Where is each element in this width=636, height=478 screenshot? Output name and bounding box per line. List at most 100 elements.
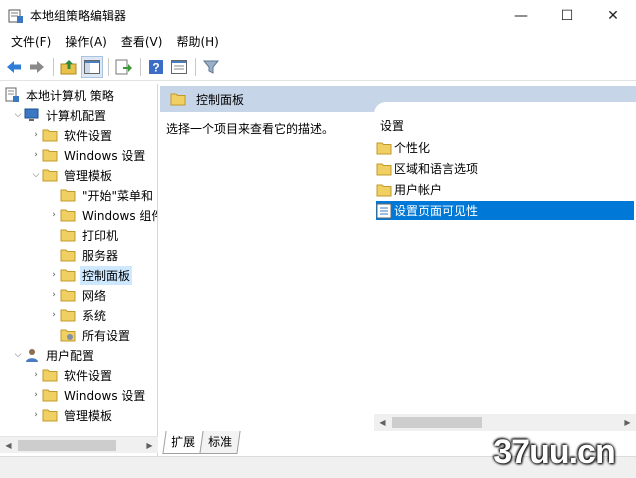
tree-item[interactable]: › Windows 组件 xyxy=(48,205,158,225)
svg-text:?: ? xyxy=(152,61,159,75)
tree-item[interactable]: "开始"菜单和 xyxy=(48,185,155,205)
tree-item[interactable]: › 网络 xyxy=(48,285,108,305)
help-icon: ? xyxy=(149,60,163,75)
properties-icon xyxy=(171,60,187,74)
tree-item-label: 本地计算机 策略 xyxy=(26,88,114,103)
tree-item-label: 软件设置 xyxy=(64,368,113,383)
tree-item-label: Windows 设置 xyxy=(64,388,146,403)
tree-item[interactable]: › Windows 设置 xyxy=(30,145,147,165)
export-list-button[interactable] xyxy=(113,56,135,78)
chevron-down-icon[interactable]: ⌵ xyxy=(30,165,42,185)
computer-policy-icon xyxy=(5,87,19,102)
tree-horizontal-scrollbar[interactable]: ◀ ▶ xyxy=(0,436,158,453)
tree-item[interactable]: 所有设置 xyxy=(48,325,132,345)
menu-view[interactable]: 查看(V) xyxy=(114,31,170,53)
description-text: 选择一个项目来查看它的描述。 xyxy=(166,122,335,136)
tree-item[interactable]: › 管理模板 xyxy=(30,405,114,425)
folder-icon xyxy=(60,229,76,242)
tree-item-label: 用户配置 xyxy=(46,348,95,363)
chevron-right-icon[interactable]: › xyxy=(48,265,60,285)
maximize-button[interactable]: ☐ xyxy=(544,0,590,31)
user-icon xyxy=(26,349,38,362)
tree-item[interactable]: ⌵ 计算机配置 xyxy=(12,105,108,125)
chevron-right-icon[interactable]: › xyxy=(48,285,60,305)
close-button[interactable]: ✕ xyxy=(590,0,636,31)
list-item[interactable]: 个性化 xyxy=(376,138,634,157)
column-header-setting[interactable]: 设置 xyxy=(380,117,404,134)
computer-icon xyxy=(24,108,39,121)
tree-item[interactable]: 服务器 xyxy=(48,245,120,265)
forward-button[interactable] xyxy=(26,56,48,78)
view-tabs: 扩展 标准 xyxy=(160,431,241,454)
tree-item[interactable]: › 系统 xyxy=(48,305,108,325)
scroll-thumb[interactable] xyxy=(18,440,116,451)
menu-help[interactable]: 帮助(H) xyxy=(169,31,225,53)
show-hide-tree-button[interactable] xyxy=(81,56,103,78)
folder-icon xyxy=(60,269,76,282)
chevron-right-icon[interactable]: › xyxy=(30,145,42,165)
scroll-right-icon[interactable]: ▶ xyxy=(619,414,636,431)
tab-standard[interactable]: 标准 xyxy=(199,431,241,454)
tree-item-label: 服务器 xyxy=(82,248,119,263)
tree-item[interactable]: › 控制面板 xyxy=(48,265,133,285)
list-item[interactable]: 设置页面可见性 xyxy=(376,201,634,220)
folder-icon xyxy=(42,409,58,422)
tree-item[interactable]: › Windows 设置 xyxy=(30,385,147,405)
up-folder-icon xyxy=(60,60,77,75)
menu-action[interactable]: 操作(A) xyxy=(58,31,114,53)
setting-icon xyxy=(376,203,392,218)
tree-item[interactable]: › 软件设置 xyxy=(30,125,114,145)
list-item-label: 用户帐户 xyxy=(394,183,443,197)
properties-button[interactable] xyxy=(168,56,190,78)
chevron-right-icon[interactable]: › xyxy=(30,125,42,145)
tree-item-label: "开始"菜单和 xyxy=(82,188,154,203)
chevron-right-icon[interactable]: › xyxy=(30,365,42,385)
chevron-down-icon[interactable]: ⌵ xyxy=(12,345,24,365)
up-one-level-button[interactable] xyxy=(58,56,80,78)
back-icon xyxy=(7,61,21,73)
show-hide-tree-icon xyxy=(84,60,100,74)
tree-item-label: 系统 xyxy=(82,308,107,323)
tree-item[interactable]: 本地计算机 策略 xyxy=(4,85,116,105)
tab-extended[interactable]: 扩展 xyxy=(162,431,204,454)
chevron-right-icon[interactable]: › xyxy=(48,205,60,225)
folder-icon xyxy=(170,93,186,106)
folder-icon xyxy=(42,389,58,402)
list-item[interactable]: 区域和语言选项 xyxy=(376,159,634,178)
tree-item[interactable]: ⌵ 用户配置 xyxy=(12,345,96,365)
list-item-label: 区域和语言选项 xyxy=(394,162,479,176)
chevron-right-icon[interactable]: › xyxy=(30,385,42,405)
list-horizontal-scrollbar[interactable]: ◀ ▶ xyxy=(374,414,636,431)
filter-icon xyxy=(203,60,219,74)
tree-item-label: 软件设置 xyxy=(64,128,113,143)
tree-item[interactable]: › 软件设置 xyxy=(30,365,114,385)
folder-icon xyxy=(60,289,76,302)
list-item[interactable]: 用户帐户 xyxy=(376,180,634,199)
settings-list[interactable]: 设置 个性化区域和语言选项 用户帐户设置页面可见性 xyxy=(374,102,636,414)
tree-item-label: Windows 组件 xyxy=(82,208,158,223)
help-button[interactable]: ? xyxy=(145,56,167,78)
forward-icon xyxy=(30,61,44,73)
tree-item[interactable]: 打印机 xyxy=(48,225,120,245)
chevron-right-icon[interactable]: › xyxy=(48,305,60,325)
scroll-thumb[interactable] xyxy=(392,417,482,428)
group-policy-app-icon xyxy=(8,9,23,23)
chevron-right-icon[interactable]: › xyxy=(30,405,42,425)
filter-button[interactable] xyxy=(200,56,222,78)
menu-file[interactable]: 文件(F) xyxy=(4,31,58,53)
back-button[interactable] xyxy=(3,56,25,78)
folder-icon xyxy=(60,189,76,202)
close-icon: ✕ xyxy=(607,7,619,24)
scroll-left-icon[interactable]: ◀ xyxy=(374,414,391,431)
chevron-down-icon[interactable]: ⌵ xyxy=(12,105,24,125)
maximize-icon: ☐ xyxy=(560,7,574,24)
tree-item[interactable]: ⌵ 管理模板 xyxy=(30,165,114,185)
window-title: 本地组策略编辑器 xyxy=(30,9,127,23)
scroll-right-icon[interactable]: ▶ xyxy=(141,437,158,454)
minimize-button[interactable]: — xyxy=(498,0,544,31)
scroll-left-icon[interactable]: ◀ xyxy=(0,437,17,454)
navigation-tree[interactable]: 本地计算机 策略 ⌵ 计算机配置 › 软件设置 › Windows 设置 ⌵ 管理模板 "开始"菜… xyxy=(0,84,158,456)
title-bar: 本地组策略编辑器 — ☐ ✕ xyxy=(0,0,636,31)
tree-item-label: 打印机 xyxy=(82,228,119,243)
